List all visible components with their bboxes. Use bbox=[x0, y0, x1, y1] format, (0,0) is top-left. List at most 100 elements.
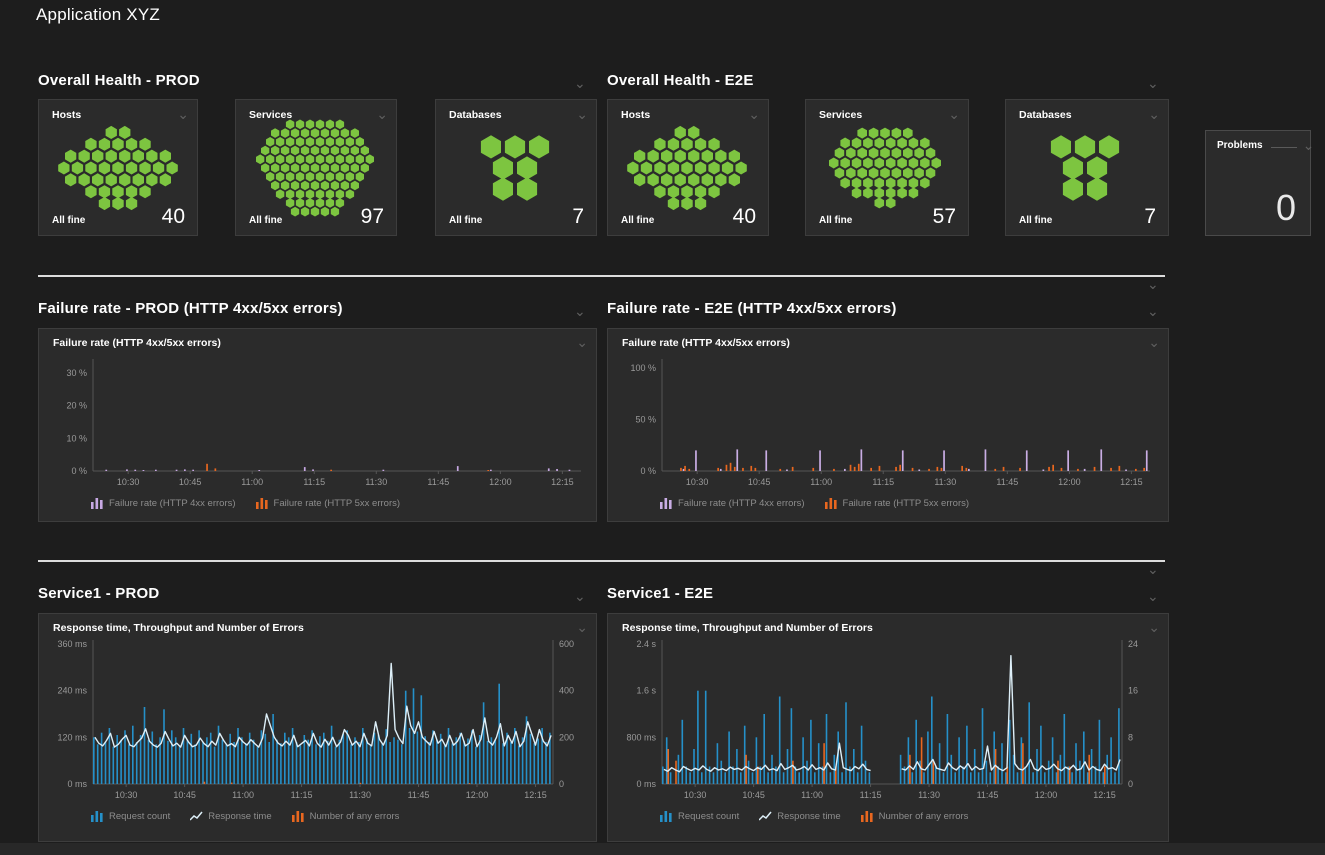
chart-tile-service1-e2e[interactable]: Response time, Throughput and Number of … bbox=[607, 613, 1169, 842]
chevron-down-icon[interactable]: ⌄ bbox=[1303, 140, 1315, 150]
svg-text:0: 0 bbox=[559, 779, 564, 789]
svg-text:11:30: 11:30 bbox=[934, 477, 956, 487]
health-tile-databases-prod[interactable]: Databases⌄ All fine7 bbox=[435, 99, 597, 236]
legend-failure-4xx[interactable]: Failure rate (HTTP 4xx errors) bbox=[91, 498, 236, 509]
svg-text:800 ms: 800 ms bbox=[626, 732, 656, 742]
sparkline-placeholder bbox=[1271, 147, 1297, 148]
chart-tile-failure-e2e[interactable]: Failure rate (HTTP 4xx/5xx errors)⌄ 0 %5… bbox=[607, 328, 1169, 522]
legend-request-count[interactable]: Request count bbox=[660, 811, 739, 822]
chevron-down-icon[interactable]: ⌄ bbox=[1148, 337, 1160, 347]
svg-text:11:45: 11:45 bbox=[427, 477, 449, 487]
svg-text:10:30: 10:30 bbox=[117, 477, 140, 487]
health-tile-services-e2e[interactable]: Services⌄ All fine57 bbox=[805, 99, 969, 236]
svg-text:240 ms: 240 ms bbox=[57, 686, 87, 696]
svg-text:11:15: 11:15 bbox=[303, 477, 325, 487]
svg-text:0 %: 0 % bbox=[71, 466, 87, 476]
section-title-overall-health-prod: Overall Health - PROD bbox=[38, 72, 200, 89]
chevron-down-icon[interactable]: ⌄ bbox=[1147, 306, 1159, 316]
svg-text:200: 200 bbox=[559, 732, 574, 742]
bar-series-icon bbox=[660, 811, 673, 822]
chevron-down-icon[interactable]: ⌄ bbox=[1147, 279, 1159, 289]
svg-text:2.4 s: 2.4 s bbox=[636, 639, 656, 649]
svg-text:12:15: 12:15 bbox=[524, 790, 547, 800]
chevron-down-icon[interactable]: ⌄ bbox=[1148, 622, 1160, 632]
section-title-service1-prod: Service1 - PROD bbox=[38, 585, 159, 602]
legend-failure-5xx[interactable]: Failure rate (HTTP 5xx errors) bbox=[825, 498, 970, 509]
legend-response-time[interactable]: Response time bbox=[190, 811, 271, 822]
status-text: All fine bbox=[819, 215, 852, 226]
legend-failure-4xx[interactable]: Failure rate (HTTP 4xx errors) bbox=[660, 498, 805, 509]
svg-text:16: 16 bbox=[1128, 686, 1138, 696]
svg-text:11:30: 11:30 bbox=[918, 790, 940, 800]
svg-text:12:00: 12:00 bbox=[466, 790, 489, 800]
legend-response-time[interactable]: Response time bbox=[759, 811, 840, 822]
svg-text:0 %: 0 % bbox=[640, 466, 656, 476]
bar-series-icon bbox=[91, 498, 104, 509]
svg-text:10:30: 10:30 bbox=[686, 477, 709, 487]
health-tile-hosts-e2e[interactable]: Hosts⌄ All fine40 bbox=[607, 99, 769, 236]
svg-text:10:45: 10:45 bbox=[173, 790, 196, 800]
svg-text:11:00: 11:00 bbox=[810, 477, 832, 487]
svg-text:30 %: 30 % bbox=[66, 368, 87, 378]
chevron-down-icon[interactable]: ⌄ bbox=[1147, 564, 1159, 574]
svg-text:12:15: 12:15 bbox=[1093, 790, 1116, 800]
svg-text:20 %: 20 % bbox=[66, 401, 87, 411]
chart-title: Response time, Throughput and Number of … bbox=[53, 622, 304, 634]
section-title-service1-e2e: Service1 - E2E bbox=[607, 585, 713, 602]
service-timechart: 0 ms800 ms1.6 s2.4 s08162410:3010:4511:0… bbox=[616, 634, 1160, 810]
svg-text:10:45: 10:45 bbox=[748, 477, 771, 487]
svg-text:11:15: 11:15 bbox=[860, 790, 882, 800]
bar-series-icon bbox=[91, 811, 104, 822]
svg-text:11:30: 11:30 bbox=[365, 477, 387, 487]
svg-text:12:00: 12:00 bbox=[1058, 477, 1081, 487]
chart-tile-service1-prod[interactable]: Response time, Throughput and Number of … bbox=[38, 613, 597, 842]
status-text: All fine bbox=[249, 215, 282, 226]
svg-text:12:15: 12:15 bbox=[551, 477, 574, 487]
section-divider bbox=[38, 275, 1165, 277]
svg-text:0 ms: 0 ms bbox=[636, 779, 656, 789]
health-tile-hosts-prod[interactable]: Hosts⌄ All fine40 bbox=[38, 99, 198, 236]
chevron-down-icon[interactable]: ⌄ bbox=[576, 622, 588, 632]
entity-count: 57 bbox=[933, 208, 956, 226]
svg-text:11:45: 11:45 bbox=[408, 790, 430, 800]
svg-text:11:45: 11:45 bbox=[977, 790, 999, 800]
svg-text:11:15: 11:15 bbox=[291, 790, 313, 800]
svg-text:10 %: 10 % bbox=[66, 433, 87, 443]
svg-text:0: 0 bbox=[1128, 779, 1133, 789]
svg-text:0 ms: 0 ms bbox=[67, 779, 87, 789]
bar-series-icon bbox=[861, 811, 874, 822]
chevron-down-icon[interactable]: ⌄ bbox=[574, 78, 586, 88]
svg-text:600: 600 bbox=[559, 639, 574, 649]
svg-text:12:00: 12:00 bbox=[1035, 790, 1058, 800]
service-timechart: 0 ms120 ms240 ms360 ms020040060010:3010:… bbox=[47, 634, 591, 810]
bottom-scroll-strip bbox=[0, 843, 1325, 855]
chevron-down-icon[interactable]: ⌄ bbox=[574, 591, 586, 601]
chevron-down-icon[interactable]: ⌄ bbox=[574, 306, 586, 316]
legend-failure-5xx[interactable]: Failure rate (HTTP 5xx errors) bbox=[256, 498, 401, 509]
entity-count: 40 bbox=[162, 208, 185, 226]
svg-text:360 ms: 360 ms bbox=[57, 639, 87, 649]
svg-text:120 ms: 120 ms bbox=[57, 732, 87, 742]
problems-count: 0 bbox=[1276, 187, 1296, 229]
chevron-down-icon[interactable]: ⌄ bbox=[1147, 78, 1159, 88]
chart-tile-failure-prod[interactable]: Failure rate (HTTP 4xx/5xx errors) ⌄ 0 % 1… bbox=[38, 328, 597, 522]
svg-text:100 %: 100 % bbox=[630, 363, 656, 373]
legend-request-count[interactable]: Request count bbox=[91, 811, 170, 822]
svg-text:11:00: 11:00 bbox=[232, 790, 254, 800]
chart-title: Failure rate (HTTP 4xx/5xx errors) bbox=[622, 337, 790, 349]
legend-error-count[interactable]: Number of any errors bbox=[292, 811, 400, 822]
svg-text:10:45: 10:45 bbox=[179, 477, 202, 487]
chevron-down-icon[interactable]: ⌄ bbox=[1147, 591, 1159, 601]
health-tile-databases-e2e[interactable]: Databases⌄ All fine7 bbox=[1005, 99, 1169, 236]
svg-text:24: 24 bbox=[1128, 639, 1138, 649]
chart-title: Failure rate (HTTP 4xx/5xx errors) bbox=[53, 337, 221, 349]
problems-tile[interactable]: Problems ⌄ 0 bbox=[1205, 130, 1311, 236]
chevron-down-icon[interactable]: ⌄ bbox=[576, 337, 588, 347]
svg-text:1.6 s: 1.6 s bbox=[636, 686, 656, 696]
failure-rate-chart: 0 %10 %20 %30 %10:3010:4511:0011:1511:30… bbox=[47, 349, 591, 497]
legend-error-count[interactable]: Number of any errors bbox=[861, 811, 969, 822]
svg-text:11:00: 11:00 bbox=[801, 790, 823, 800]
svg-text:10:45: 10:45 bbox=[742, 790, 765, 800]
section-title-failure-e2e: Failure rate - E2E (HTTP 4xx/5xx errors) bbox=[607, 300, 897, 317]
health-tile-services-prod[interactable]: Services⌄ All fine97 bbox=[235, 99, 397, 236]
